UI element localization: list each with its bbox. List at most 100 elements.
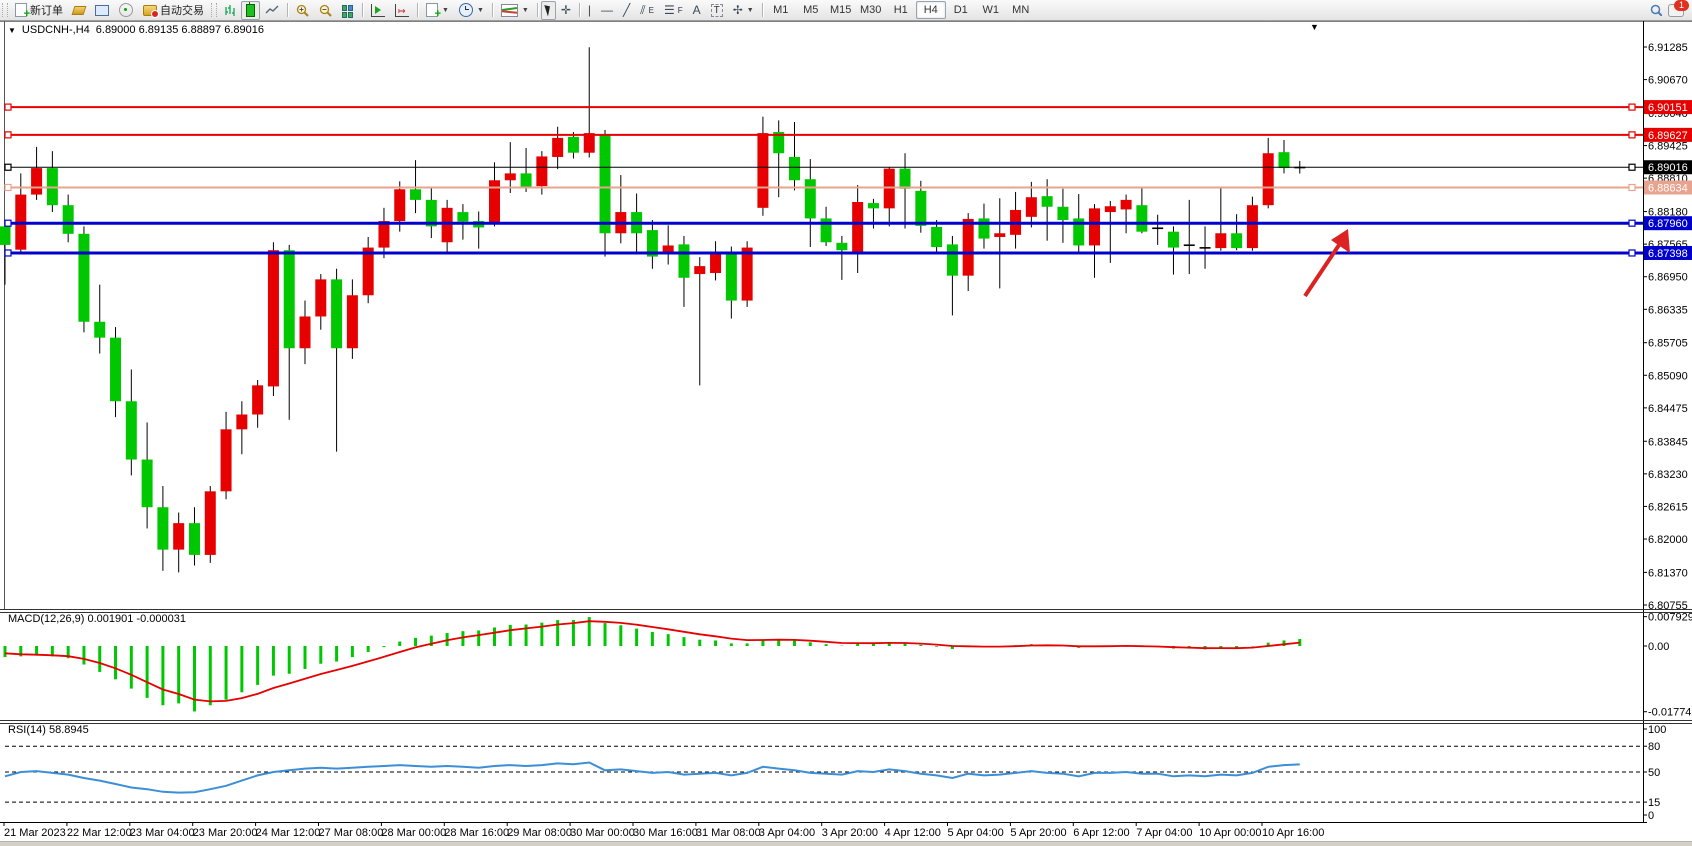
price-tick-label: 6.82000 bbox=[1648, 534, 1688, 546]
strategy-tester-button[interactable] bbox=[366, 1, 390, 20]
price-flag-label: 6.88634 bbox=[1648, 182, 1688, 194]
time-axis-label: 5 Apr 20:00 bbox=[1010, 827, 1066, 839]
chart-ohlc-values: 6.89000 6.89135 6.88897 6.89016 bbox=[96, 24, 264, 36]
line-handle-left[interactable] bbox=[5, 184, 11, 190]
crosshair-tool-button[interactable]: ✛ bbox=[556, 1, 576, 20]
line-handle-right[interactable] bbox=[1629, 132, 1635, 138]
price-chart[interactable]: 6.912856.906706.900406.894256.888106.881… bbox=[0, 21, 1692, 846]
candle-bearish bbox=[63, 205, 74, 234]
timeframe-button-M1[interactable]: M1 bbox=[766, 1, 796, 19]
line-handle-left[interactable] bbox=[5, 132, 11, 138]
price-flag-label: 6.89016 bbox=[1648, 162, 1688, 174]
market-watch-button[interactable] bbox=[68, 1, 90, 20]
candle-bearish bbox=[900, 169, 911, 189]
candle-bearish bbox=[110, 338, 121, 402]
candle-bearish bbox=[600, 135, 611, 234]
line-handle-left[interactable] bbox=[5, 164, 11, 170]
timeframe-button-W1[interactable]: W1 bbox=[976, 1, 1006, 19]
candle-bullish bbox=[742, 248, 753, 301]
indicators-button[interactable]: ▼ bbox=[496, 1, 534, 20]
line-handle-left[interactable] bbox=[5, 104, 11, 110]
fibonacci-tool-button[interactable]: ☰F bbox=[659, 1, 688, 20]
equidistant-channel-icon: ⫽ bbox=[640, 3, 645, 18]
line-chart-button[interactable] bbox=[260, 1, 284, 20]
zoom-out-button[interactable] bbox=[314, 1, 337, 20]
line-handle-right[interactable] bbox=[1629, 184, 1635, 190]
trendline-tool-button[interactable]: ╱ bbox=[618, 1, 635, 20]
timeframe-button-H4[interactable]: H4 bbox=[916, 1, 946, 19]
candle-bearish bbox=[931, 227, 942, 247]
price-flag-label: 6.87398 bbox=[1648, 248, 1688, 260]
line-handle-left[interactable] bbox=[5, 250, 11, 256]
candle-bullish bbox=[363, 248, 374, 296]
chart-menu-caret-icon[interactable]: ▼ bbox=[8, 26, 16, 35]
timeframe-button-M5[interactable]: M5 bbox=[796, 1, 826, 19]
candle-bullish bbox=[252, 385, 263, 414]
line-handle-left[interactable] bbox=[5, 220, 11, 226]
templates-button[interactable]: ▼ bbox=[421, 1, 454, 20]
candle-bearish bbox=[805, 179, 816, 218]
timeframe-button-M15[interactable]: M15 bbox=[826, 1, 856, 19]
chart-background[interactable] bbox=[0, 21, 1692, 846]
time-axis-label: 31 Mar 08:00 bbox=[696, 827, 761, 839]
candle-bullish bbox=[963, 219, 974, 276]
candle-doji bbox=[1184, 244, 1195, 246]
price-flag-label: 6.87960 bbox=[1648, 218, 1688, 230]
tile-windows-icon bbox=[342, 5, 354, 16]
periods-button[interactable]: ▼ bbox=[454, 1, 489, 20]
channel-tool-button[interactable]: ⫽E bbox=[635, 1, 659, 20]
toolbar-separator bbox=[579, 3, 580, 17]
chart-window[interactable]: 6.912856.906706.900406.894256.888106.881… bbox=[0, 21, 1692, 846]
candlestick-chart-button[interactable] bbox=[241, 1, 260, 20]
candle-bullish bbox=[757, 133, 768, 208]
text-tool-button[interactable]: A bbox=[688, 1, 706, 20]
new-order-button[interactable]: 新订单 bbox=[10, 1, 68, 20]
cursor-tool-button[interactable] bbox=[541, 1, 556, 20]
candle-bullish bbox=[505, 173, 516, 180]
timeframe-button-M30[interactable]: M30 bbox=[856, 1, 886, 19]
vertical-line-tool-button[interactable]: | bbox=[583, 1, 596, 20]
signals-button[interactable] bbox=[114, 1, 138, 20]
data-window-button[interactable] bbox=[90, 1, 114, 20]
candle-bearish bbox=[189, 523, 200, 555]
time-axis-label: 22 Mar 12:00 bbox=[67, 827, 132, 839]
chart-symbol-period: USDCNH-,H4 bbox=[22, 24, 90, 36]
chat-icon[interactable]: 1 bbox=[1668, 4, 1684, 17]
timeframe-button-D1[interactable]: D1 bbox=[946, 1, 976, 19]
text-label-icon: T bbox=[711, 4, 723, 17]
toolbar-grip[interactable] bbox=[211, 3, 217, 17]
candle-bearish bbox=[1042, 196, 1053, 207]
toolbar-grip[interactable] bbox=[2, 3, 8, 17]
arrows-tool-button[interactable]: ✢▼ bbox=[728, 1, 759, 20]
candle-bearish bbox=[521, 173, 532, 188]
toolbar-separator bbox=[492, 3, 493, 17]
candle-bearish bbox=[678, 244, 689, 277]
line-handle-right[interactable] bbox=[1629, 220, 1635, 226]
candle-bullish bbox=[442, 208, 453, 242]
candle-bullish bbox=[31, 168, 42, 194]
time-axis-label: 30 Mar 00:00 bbox=[570, 827, 635, 839]
search-icon[interactable] bbox=[1650, 4, 1662, 16]
tile-windows-button[interactable] bbox=[337, 1, 359, 20]
chevron-down-icon: ▼ bbox=[522, 7, 529, 14]
bar-chart-button[interactable] bbox=[219, 1, 241, 20]
toolbar-separator bbox=[537, 3, 538, 17]
candle-bearish bbox=[78, 234, 89, 322]
line-handle-right[interactable] bbox=[1629, 164, 1635, 170]
candle-bullish bbox=[300, 316, 311, 348]
zoom-in-button[interactable] bbox=[291, 1, 314, 20]
candle-bearish bbox=[868, 203, 879, 208]
time-axis-label: 5 Apr 04:00 bbox=[948, 827, 1004, 839]
chart-shift-button[interactable]: ↦ bbox=[390, 1, 414, 20]
clock-icon bbox=[459, 3, 473, 17]
text-label-tool-button[interactable]: T bbox=[706, 1, 728, 20]
scroll-to-end-marker[interactable]: ▼ bbox=[1310, 22, 1319, 32]
candle-bearish bbox=[1136, 205, 1147, 231]
timeframe-button-MN[interactable]: MN bbox=[1006, 1, 1036, 19]
signal-icon bbox=[119, 3, 133, 17]
horizontal-line-tool-button[interactable]: — bbox=[596, 1, 618, 20]
line-handle-right[interactable] bbox=[1629, 250, 1635, 256]
line-handle-right[interactable] bbox=[1629, 104, 1635, 110]
auto-trading-button[interactable]: 自动交易 bbox=[138, 1, 209, 20]
timeframe-button-H1[interactable]: H1 bbox=[886, 1, 916, 19]
